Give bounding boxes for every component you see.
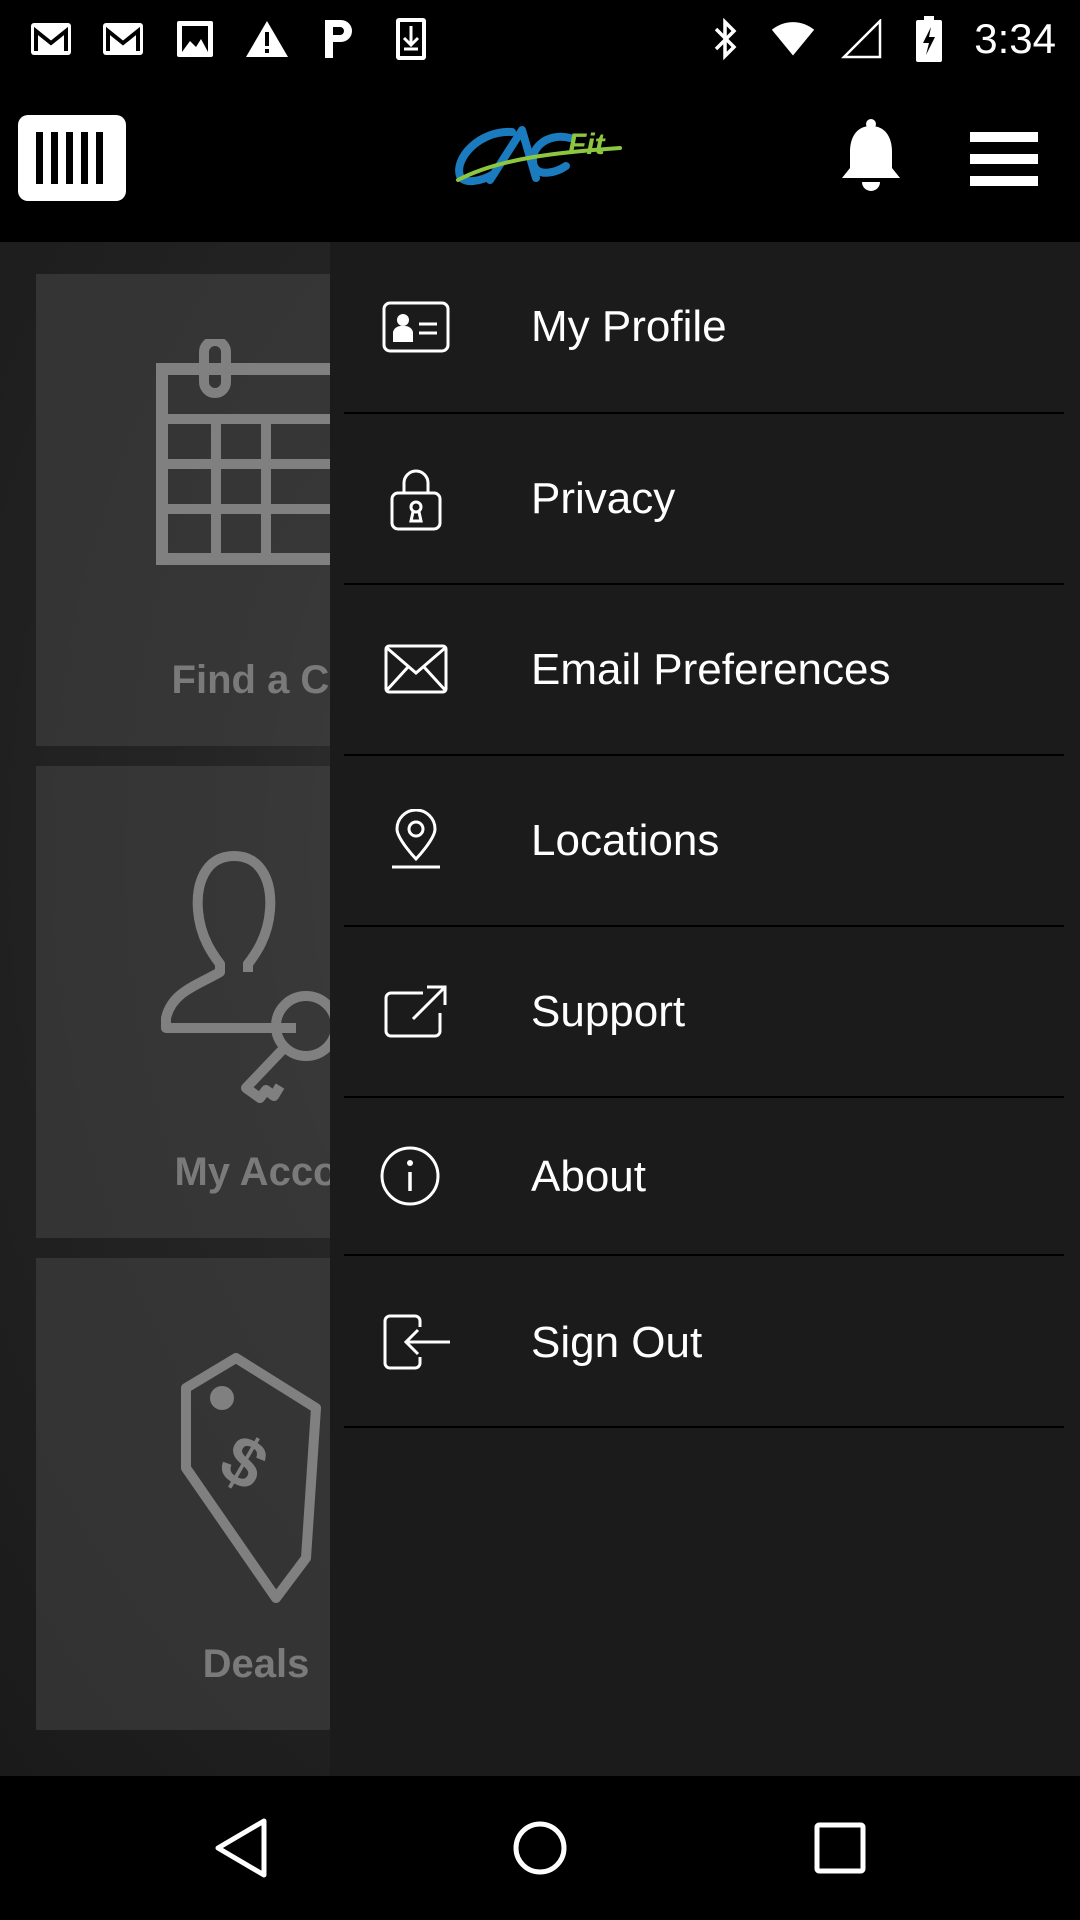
svg-text:Fit: Fit bbox=[568, 128, 607, 161]
download-icon bbox=[388, 16, 434, 62]
navigation-drawer: My Profile Privacy Email Preferences Loc… bbox=[330, 242, 1080, 1776]
battery-charging-icon bbox=[906, 16, 952, 62]
menu-item-locations[interactable]: Locations bbox=[344, 756, 1064, 927]
hamburger-menu-button[interactable] bbox=[968, 130, 1042, 188]
lock-icon bbox=[380, 462, 452, 534]
recents-icon bbox=[814, 1822, 866, 1874]
deals-tile[interactable]: $ Deals bbox=[36, 1258, 336, 1730]
menu-item-sign-out[interactable]: Sign Out bbox=[344, 1256, 1064, 1428]
menu-item-label: Email Preferences bbox=[531, 645, 891, 694]
hamburger-icon bbox=[970, 132, 1038, 186]
image-icon bbox=[172, 16, 218, 62]
notifications-button[interactable] bbox=[838, 118, 904, 194]
status-bar-notifications bbox=[28, 10, 434, 68]
back-button[interactable] bbox=[198, 1806, 282, 1890]
my-account-tile[interactable]: My Acco bbox=[36, 766, 336, 1238]
wifi-icon bbox=[770, 16, 816, 62]
tile-label: My Acco bbox=[174, 1150, 336, 1194]
gmail-icon bbox=[100, 16, 146, 62]
menu-item-label: My Profile bbox=[531, 302, 727, 351]
tile-label: Deals bbox=[202, 1642, 310, 1686]
system-nav-bar bbox=[0, 1776, 1080, 1920]
status-bar-system: 3:34 bbox=[702, 10, 1056, 68]
sign-out-icon bbox=[380, 1306, 452, 1378]
calendar-icon bbox=[156, 339, 336, 565]
app-bar: Fit bbox=[0, 78, 1080, 242]
id-card-icon bbox=[380, 291, 452, 363]
find-class-tile[interactable]: Find a Cl bbox=[36, 274, 336, 746]
envelope-icon bbox=[380, 633, 452, 705]
user-key-icon bbox=[161, 851, 336, 1103]
home-button[interactable] bbox=[498, 1806, 582, 1890]
info-icon bbox=[374, 1140, 446, 1212]
tile-label: Find a Cl bbox=[171, 658, 336, 702]
menu-item-label: Sign Out bbox=[531, 1318, 703, 1367]
gmail-icon bbox=[28, 16, 74, 62]
price-tag-icon: $ bbox=[181, 1353, 321, 1603]
warning-icon bbox=[244, 16, 290, 62]
menu-item-privacy[interactable]: Privacy bbox=[344, 414, 1064, 585]
barcode-button[interactable] bbox=[18, 115, 126, 201]
menu-item-label: Locations bbox=[531, 816, 720, 865]
parking-icon bbox=[316, 16, 362, 62]
menu-item-label: Support bbox=[531, 987, 686, 1036]
menu-item-support[interactable]: Support bbox=[344, 927, 1064, 1098]
cell-signal-icon bbox=[838, 16, 884, 62]
status-time: 3:34 bbox=[974, 15, 1056, 62]
bell-icon bbox=[842, 119, 900, 191]
app-logo: Fit bbox=[450, 118, 630, 198]
menu-item-about[interactable]: About bbox=[344, 1098, 1064, 1256]
status-bar: 3:34 bbox=[0, 0, 1080, 78]
home-icon bbox=[513, 1821, 567, 1875]
menu-item-label: About bbox=[531, 1152, 646, 1201]
menu-item-email-preferences[interactable]: Email Preferences bbox=[344, 585, 1064, 756]
back-icon bbox=[215, 1818, 267, 1878]
menu-item-label: Privacy bbox=[531, 474, 676, 523]
barcode-icon bbox=[36, 132, 103, 184]
menu-item-my-profile[interactable]: My Profile bbox=[344, 242, 1064, 414]
svg-text:$: $ bbox=[208, 1419, 281, 1506]
bluetooth-icon bbox=[702, 16, 748, 62]
map-pin-icon bbox=[380, 804, 452, 876]
recents-button[interactable] bbox=[798, 1806, 882, 1890]
external-link-icon bbox=[380, 975, 452, 1047]
